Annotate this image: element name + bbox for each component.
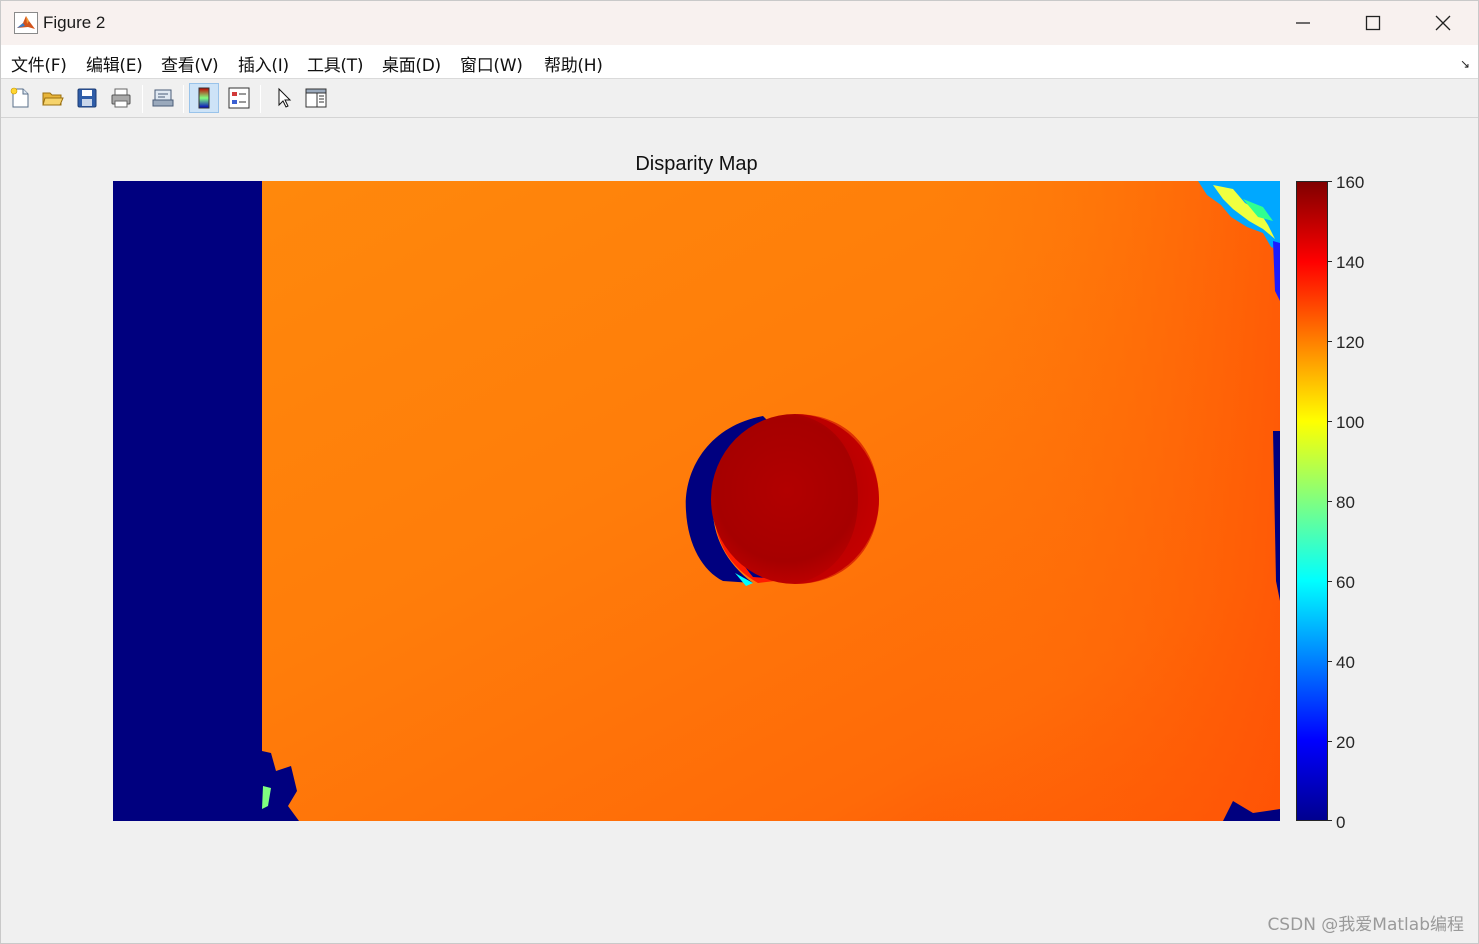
insert-colorbar-button[interactable] <box>189 83 219 113</box>
figure-toolbar <box>1 80 1478 118</box>
menu-bar: 文件(F) 编辑(E) 查看(V) 插入(I) 工具(T) 桌面(D) 窗口(W… <box>1 45 1478 79</box>
menu-file[interactable]: 文件(F) <box>11 51 67 76</box>
save-icon <box>77 88 97 108</box>
colorbar-tick-label: 20 <box>1336 733 1355 752</box>
colorbar-tick-label: 120 <box>1336 333 1365 352</box>
colorbar-tick-label: 100 <box>1336 413 1365 432</box>
menu-insert[interactable]: 插入(I) <box>238 51 289 76</box>
dock-arrow-icon[interactable]: ↘ <box>1460 57 1470 71</box>
plot-title: Disparity Map <box>635 153 758 175</box>
window-title: Figure 2 <box>43 13 106 32</box>
maximize-icon <box>1365 15 1381 31</box>
new-figure-button[interactable] <box>5 83 35 113</box>
colorbar-tick-label: 160 <box>1336 173 1365 192</box>
save-button[interactable] <box>72 83 102 113</box>
property-inspector-button[interactable] <box>301 83 331 113</box>
title-bar[interactable]: Figure 2 <box>1 1 1478 45</box>
colorbar-tick <box>1328 341 1332 342</box>
open-file-icon <box>42 92 64 106</box>
colorbar-tick-label: 0 <box>1336 813 1346 832</box>
close-button[interactable] <box>1408 1 1478 45</box>
colorbar-tick-label: 40 <box>1336 653 1355 672</box>
colorbar-tick-label: 60 <box>1336 573 1355 592</box>
colorbar-tick <box>1328 820 1332 821</box>
toolbar-separator <box>183 85 184 113</box>
open-file-button[interactable] <box>38 83 68 113</box>
colorbar-tick-label: 140 <box>1336 253 1365 272</box>
insert-legend-button[interactable] <box>224 83 254 113</box>
print-icon <box>111 88 131 108</box>
toolbar-separator <box>142 85 143 113</box>
edit-plot-button[interactable] <box>268 83 298 113</box>
colorbar-tick <box>1328 261 1332 262</box>
link-figure-button[interactable] <box>148 83 178 113</box>
colorbar[interactable] <box>1296 181 1328 821</box>
figure-window: Figure 2 文件(F) 编辑(E) 查看(V) 插入(I) 工具(T) 桌… <box>0 0 1479 944</box>
menu-view[interactable]: 查看(V) <box>161 51 219 76</box>
toolbar-separator <box>260 85 261 113</box>
menu-window[interactable]: 窗口(W) <box>460 51 523 76</box>
print-button[interactable] <box>106 83 136 113</box>
menu-edit[interactable]: 编辑(E) <box>86 51 143 76</box>
disparity-map-svg <box>113 181 1280 821</box>
menu-help[interactable]: 帮助(H) <box>544 51 603 76</box>
colorbar-tick <box>1328 741 1332 742</box>
menu-desktop[interactable]: 桌面(D) <box>382 51 441 76</box>
insert-legend-icon <box>228 87 250 109</box>
minimize-button[interactable] <box>1268 1 1338 45</box>
insert-colorbar-icon <box>198 87 210 109</box>
minimize-icon <box>1296 22 1310 24</box>
property-inspector-icon <box>305 88 327 108</box>
colorbar-tick <box>1328 421 1332 422</box>
colorbar-tick <box>1328 181 1332 182</box>
watermark: CSDN @我爱Matlab编程 <box>1267 915 1464 935</box>
edit-plot-icon <box>278 87 292 108</box>
right-edge-shade <box>933 181 1280 821</box>
colorbar-tick <box>1328 661 1332 662</box>
matlab-logo-icon <box>14 12 38 34</box>
link-figure-icon <box>152 89 174 107</box>
colorbar-tick <box>1328 581 1332 582</box>
colorbar-tick <box>1328 501 1332 502</box>
maximize-button[interactable] <box>1338 1 1408 45</box>
colorbar-tick-label: 80 <box>1336 493 1355 512</box>
menu-tools[interactable]: 工具(T) <box>307 51 363 76</box>
new-figure-icon <box>10 87 29 108</box>
invalid-strip <box>113 181 262 821</box>
close-icon <box>1435 15 1451 31</box>
disparity-map-image[interactable] <box>113 181 1280 821</box>
